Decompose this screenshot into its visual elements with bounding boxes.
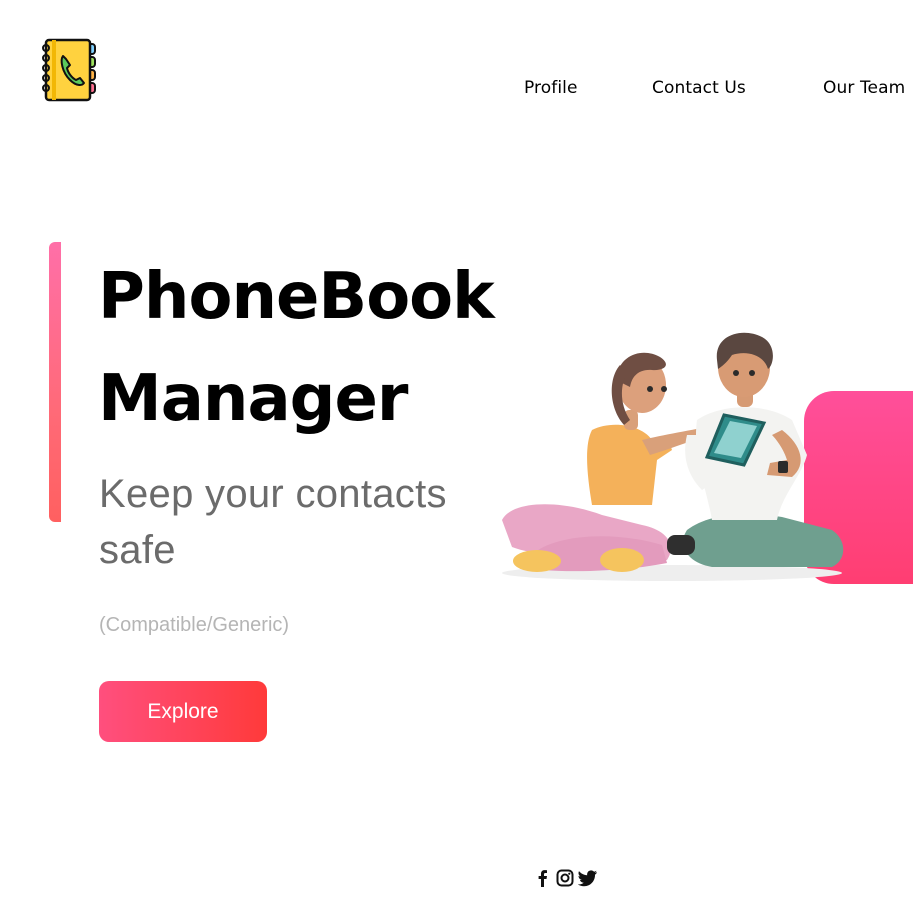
explore-button[interactable]: Explore <box>99 681 267 742</box>
compatibility-note: (Compatible/Generic) <box>99 614 290 636</box>
accent-bar <box>49 242 61 522</box>
nav-our-team-link[interactable]: Our Team <box>823 78 905 98</box>
title-line-2: Manager <box>98 362 408 436</box>
title-line-1: PhoneBook <box>98 260 495 334</box>
nav-contact-us-link[interactable]: Contact Us <box>652 78 746 98</box>
page-title: PhoneBook Manager <box>98 246 518 450</box>
instagram-icon[interactable] <box>556 869 574 887</box>
social-links <box>534 868 597 888</box>
facebook-icon[interactable] <box>534 869 552 887</box>
top-nav: Profile Contact Us Our Team <box>0 78 913 102</box>
nav-profile-link[interactable]: Profile <box>524 78 578 98</box>
hero-subtitle: Keep your contacts safe <box>99 472 447 572</box>
two-people-illustration <box>492 325 852 585</box>
twitter-icon[interactable] <box>577 869 597 887</box>
